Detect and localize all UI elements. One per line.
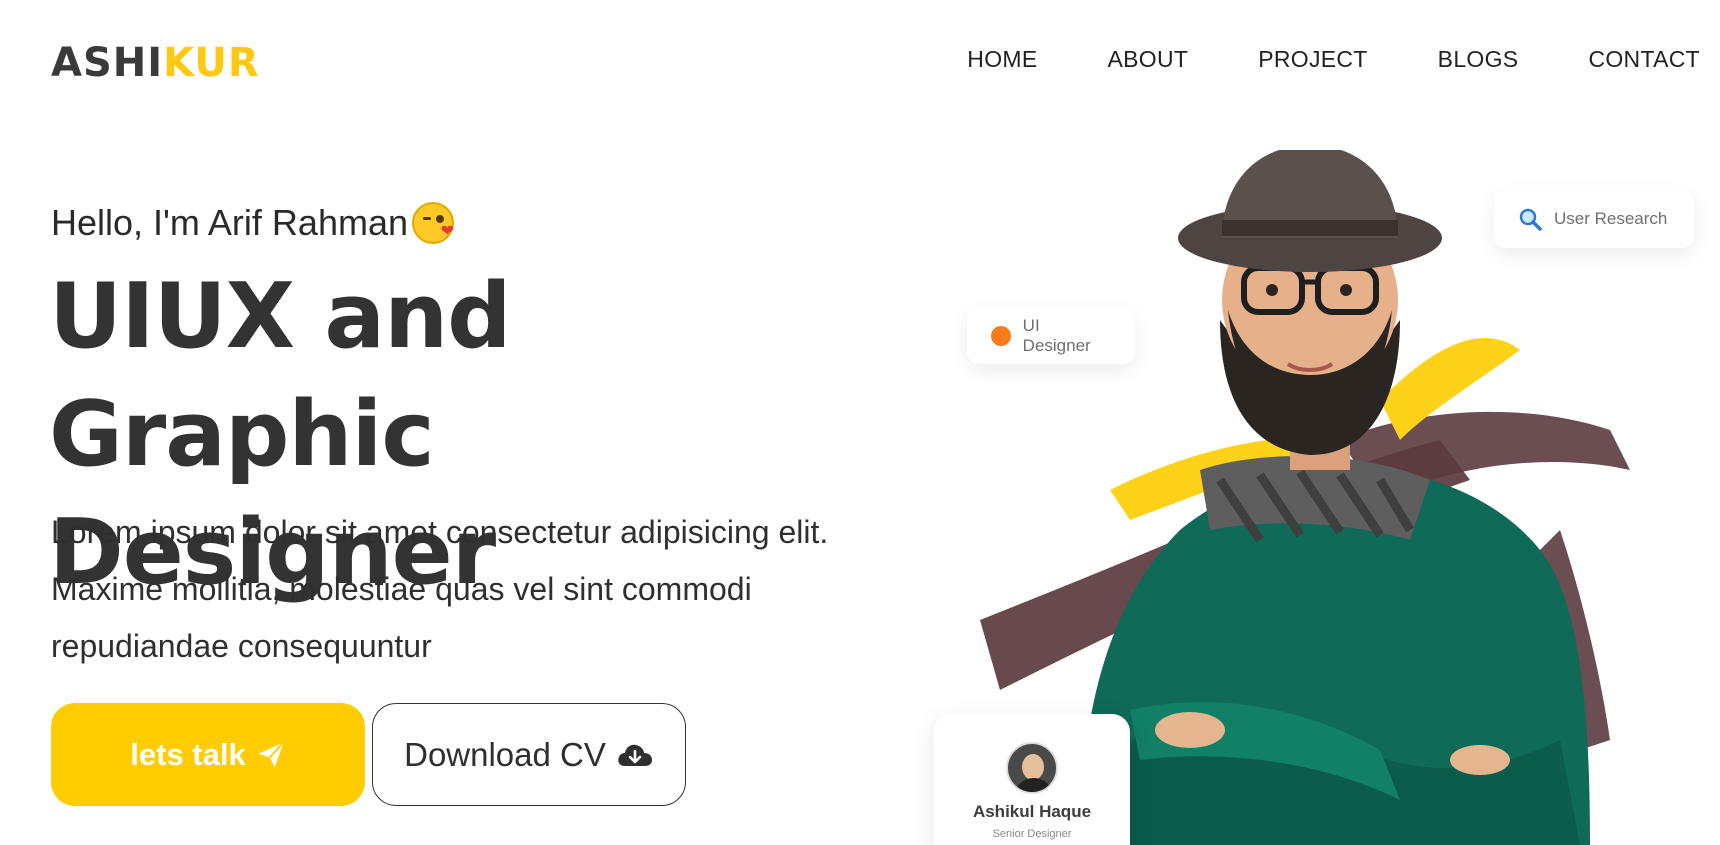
ui-designer-chip: UI Designer: [967, 308, 1135, 364]
user-research-chip: User Research: [1494, 190, 1694, 248]
main-nav: HOME ABOUT PROJECT BLOGS CONTACT: [967, 46, 1700, 73]
brand-logo[interactable]: ASHIKUR: [51, 40, 260, 86]
portfolio-page: ASHIKUR HOME ABOUT PROJECT BLOGS CONTACT…: [0, 0, 1720, 845]
hero-greeting: Hello, I'm Arif Rahman ❤: [51, 202, 454, 244]
cloud-download-icon: [618, 744, 652, 766]
orange-dot-icon: [991, 326, 1011, 346]
nav-link-home[interactable]: HOME: [967, 46, 1037, 73]
download-cv-button[interactable]: Download CV: [372, 703, 686, 806]
profile-role: Senior Designer: [992, 828, 1072, 840]
user-research-label: User Research: [1554, 209, 1668, 228]
logo-text-accent: KUR: [163, 40, 260, 86]
magnifier-icon: [1519, 208, 1542, 231]
download-cv-label: Download CV: [404, 735, 606, 773]
profile-card[interactable]: Ashikul Haque Senior Designer: [934, 714, 1130, 845]
lets-talk-button[interactable]: lets talk: [51, 703, 365, 806]
lets-talk-label: lets talk: [130, 736, 246, 772]
kissing-face-emoji-icon: ❤: [412, 202, 454, 244]
paper-plane-icon: [258, 741, 284, 767]
profile-name: Ashikul Haque: [972, 802, 1092, 821]
greeting-text: Hello, I'm Arif Rahman: [51, 202, 408, 243]
ui-designer-label: UI Designer: [1022, 316, 1091, 355]
nav-link-blogs[interactable]: BLOGS: [1438, 46, 1519, 73]
nav-link-contact[interactable]: CONTACT: [1588, 46, 1700, 73]
logo-text-dark: ASHI: [51, 40, 164, 86]
hero-description: Lorem ipsum dolor sit amet consectetur a…: [51, 514, 829, 664]
nav-link-project[interactable]: PROJECT: [1258, 46, 1367, 73]
hero-title-line1: UIUX and Graphic: [49, 264, 512, 487]
avatar: [1006, 742, 1058, 794]
nav-link-about[interactable]: ABOUT: [1107, 46, 1188, 73]
